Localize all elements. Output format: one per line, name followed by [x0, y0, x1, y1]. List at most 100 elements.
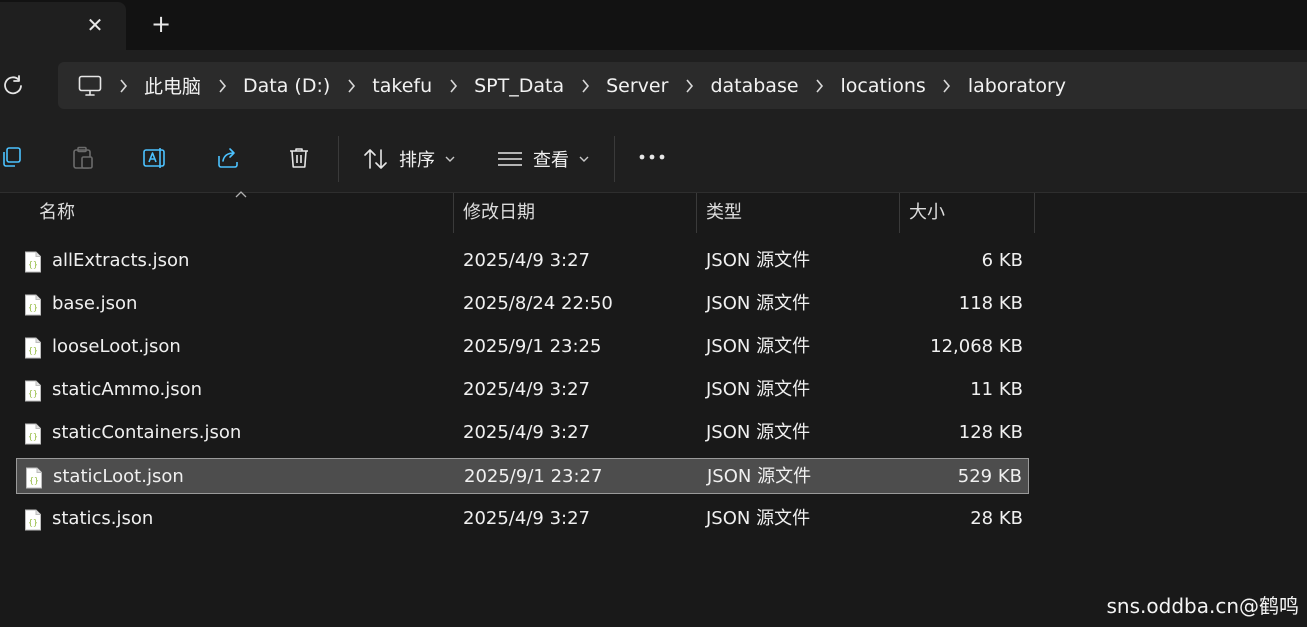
json-file-icon: {} — [25, 337, 41, 359]
svg-text:{}: {} — [28, 260, 38, 269]
svg-text:{}: {} — [28, 518, 38, 527]
file-modified-date: 2025/4/9 3:27 — [463, 422, 590, 443]
file-modified-date: 2025/4/9 3:27 — [463, 379, 590, 400]
breadcrumb-separator-icon[interactable] — [102, 62, 144, 109]
view-button[interactable]: 查看 — [497, 146, 589, 172]
json-file-icon: {} — [25, 423, 41, 445]
breadcrumb-item[interactable]: takefu — [372, 75, 432, 97]
svg-text:{}: {} — [29, 476, 39, 485]
tab-strip: ✕ + — [0, 0, 1307, 50]
file-type: JSON 源文件 — [706, 508, 811, 529]
file-type: JSON 源文件 — [706, 422, 811, 443]
breadcrumb-separator-icon[interactable] — [799, 62, 841, 109]
toolbar-divider — [614, 136, 615, 182]
breadcrumb-item[interactable]: SPT_Data — [474, 75, 564, 97]
watermark: sns.oddba.cn@鹤鸣 — [1106, 594, 1299, 618]
command-bar: 排序 查看 — [0, 122, 1307, 193]
file-modified-date: 2025/9/1 23:27 — [464, 466, 603, 487]
new-tab-button[interactable]: + — [150, 12, 172, 36]
svg-text:{}: {} — [28, 303, 38, 312]
paste-icon[interactable] — [72, 146, 94, 170]
address-bar[interactable]: 此电脑 Data (D:) takefu SPT_Data Server database… — [58, 62, 1307, 109]
file-size: 128 KB — [958, 422, 1023, 443]
file-row[interactable]: {} staticLoot.json 2025/9/1 23:27 JSON 源文件 5… — [16, 458, 1029, 494]
file-modified-date: 2025/9/1 23:25 — [463, 336, 602, 357]
file-size: 118 KB — [958, 293, 1023, 314]
breadcrumb-separator-icon[interactable] — [564, 62, 606, 109]
sort-button[interactable]: 排序 — [363, 146, 455, 172]
rename-icon[interactable] — [142, 146, 168, 170]
file-name: allExtracts.json — [52, 250, 190, 271]
breadcrumb-item[interactable]: database — [710, 75, 798, 97]
breadcrumb-separator-icon[interactable] — [668, 62, 710, 109]
json-file-icon: {} — [26, 467, 42, 489]
file-modified-date: 2025/8/24 22:50 — [463, 293, 613, 314]
refresh-icon[interactable] — [2, 74, 24, 96]
json-file-icon: {} — [25, 294, 41, 316]
more-options-icon[interactable] — [639, 154, 665, 160]
breadcrumb-separator-icon[interactable] — [330, 62, 372, 109]
file-name: staticAmmo.json — [52, 379, 203, 400]
column-divider[interactable] — [453, 193, 454, 233]
breadcrumb-separator-icon[interactable] — [926, 62, 968, 109]
file-type: JSON 源文件 — [706, 250, 811, 271]
file-name: base.json — [52, 293, 138, 314]
delete-icon[interactable] — [287, 146, 311, 170]
tab-close-button[interactable]: ✕ — [84, 14, 106, 36]
column-divider[interactable] — [696, 193, 697, 233]
chevron-down-icon — [445, 156, 455, 162]
column-header-type[interactable]: 类型 — [706, 193, 742, 233]
file-type: JSON 源文件 — [707, 466, 812, 487]
sort-label: 排序 — [399, 150, 435, 171]
address-row: 此电脑 Data (D:) takefu SPT_Data Server database… — [0, 50, 1307, 122]
file-name: statics.json — [52, 508, 154, 529]
file-size: 28 KB — [970, 508, 1023, 529]
breadcrumb-item[interactable]: locations — [841, 75, 926, 97]
file-name: staticLoot.json — [53, 466, 184, 487]
file-type: JSON 源文件 — [706, 379, 811, 400]
toolbar-divider — [338, 136, 339, 182]
share-icon[interactable] — [215, 146, 241, 170]
column-header-size[interactable]: 大小 — [909, 193, 945, 233]
sort-icon — [364, 149, 387, 169]
breadcrumb-separator-icon[interactable] — [201, 62, 243, 109]
file-row[interactable]: {} base.json 2025/8/24 22:50 JSON 源文件 118 KB — [16, 286, 1029, 322]
json-file-icon: {} — [25, 380, 41, 402]
breadcrumb-item[interactable]: 此电脑 — [144, 72, 201, 99]
breadcrumb-item[interactable]: laboratory — [968, 75, 1066, 97]
file-size: 529 KB — [957, 466, 1022, 487]
file-name: looseLoot.json — [52, 336, 181, 357]
monitor-icon[interactable] — [78, 75, 102, 97]
file-row[interactable]: {} staticAmmo.json 2025/4/9 3:27 JSON 源文件 11… — [16, 372, 1029, 408]
column-header-name[interactable]: 名称 — [39, 193, 75, 233]
copy-icon[interactable] — [0, 146, 22, 168]
svg-text:{}: {} — [28, 346, 38, 355]
json-file-icon: {} — [25, 251, 41, 273]
file-type: JSON 源文件 — [706, 336, 811, 357]
chevron-down-icon — [579, 156, 589, 162]
sort-ascending-icon — [235, 191, 247, 198]
svg-text:{}: {} — [28, 389, 38, 398]
active-tab[interactable]: ✕ — [0, 2, 126, 50]
view-label: 查看 — [533, 150, 569, 171]
file-row[interactable]: {} staticContainers.json 2025/4/9 3:27 JSON… — [16, 415, 1029, 451]
file-row[interactable]: {} allExtracts.json 2025/4/9 3:27 JSON 源文件 6… — [16, 243, 1029, 279]
breadcrumb-separator-icon[interactable] — [432, 62, 474, 109]
file-size: 6 KB — [981, 250, 1023, 271]
svg-text:{}: {} — [28, 432, 38, 441]
file-row[interactable]: {} statics.json 2025/4/9 3:27 JSON 源文件 28 KB — [16, 501, 1029, 537]
file-size: 11 KB — [970, 379, 1023, 400]
column-divider[interactable] — [899, 193, 900, 233]
column-headers: 名称 修改日期 类型 大小 — [0, 191, 1307, 233]
breadcrumb-item[interactable]: Data (D:) — [243, 75, 330, 97]
file-row[interactable]: {} looseLoot.json 2025/9/1 23:25 JSON 源文件 12… — [16, 329, 1029, 365]
column-divider[interactable] — [1034, 193, 1035, 233]
file-modified-date: 2025/4/9 3:27 — [463, 250, 590, 271]
file-type: JSON 源文件 — [706, 293, 811, 314]
file-name: staticContainers.json — [52, 422, 242, 443]
file-size: 12,068 KB — [930, 336, 1023, 357]
list-view-icon — [498, 152, 522, 166]
breadcrumb-item[interactable]: Server — [606, 75, 668, 97]
column-header-date[interactable]: 修改日期 — [463, 193, 535, 233]
breadcrumb: 此电脑 Data (D:) takefu SPT_Data Server database… — [78, 62, 1066, 109]
